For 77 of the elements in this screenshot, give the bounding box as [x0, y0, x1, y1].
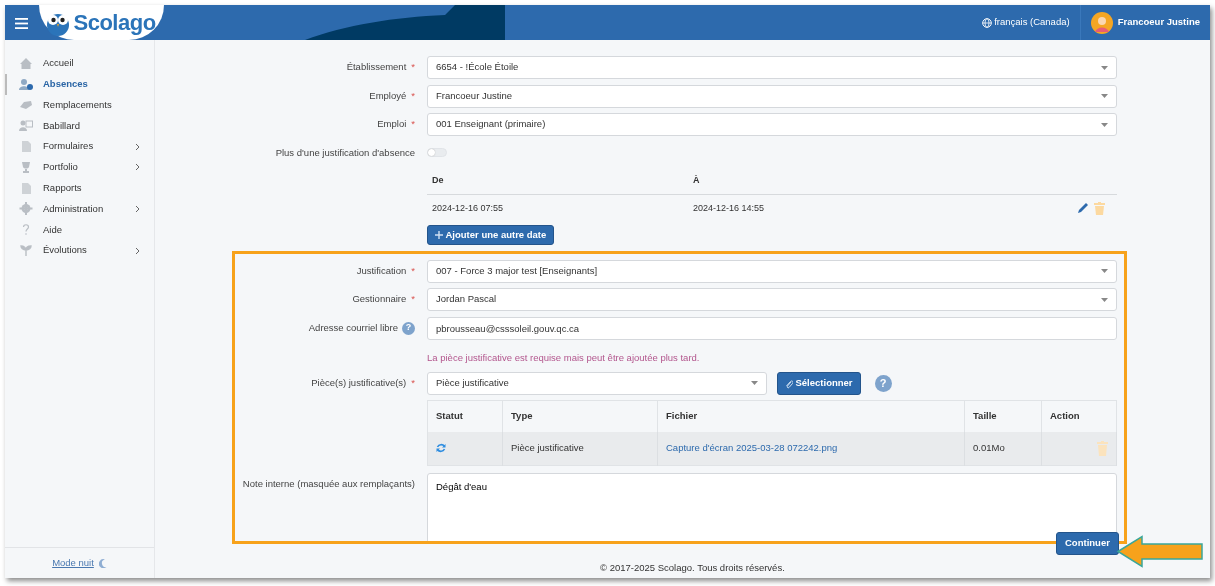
email-field[interactable]: pbrousseau@csssoleil.gouv.qc.ca: [427, 316, 1117, 340]
add-date-button[interactable]: Ajouter une autre date: [427, 224, 555, 246]
brand-logo-text: Scolago: [73, 9, 156, 37]
warning-message: La pièce justificative est requise mais peut être ajoutée plus tard.: [427, 350, 701, 365]
document-icon: [19, 181, 33, 195]
caret-icon: [751, 381, 758, 386]
select-field[interactable]: Francoeur Justine: [427, 84, 1117, 108]
select-field[interactable]: Jordan Pascal: [427, 288, 1117, 312]
select-field[interactable]: 001 Enseignant (primaire): [427, 113, 1117, 136]
field-label: Plus d'une justification d'absence: [275, 145, 415, 160]
plus-icon: [435, 231, 443, 240]
house-icon: [19, 56, 33, 70]
select-field[interactable]: 007 - Force 3 major test [Enseignants]: [427, 259, 1117, 283]
caret-icon: [1101, 297, 1108, 302]
field-label: Justification *: [356, 263, 415, 278]
sidebar-item[interactable]: Administration: [5, 198, 154, 220]
sidebar-item[interactable]: Rapports: [5, 177, 154, 199]
caret-icon: [1101, 94, 1108, 98]
table-cell: 2024-12-16 14:55: [688, 194, 964, 223]
sidebar-item[interactable]: Remplacements: [5, 94, 154, 116]
select-file-button[interactable]: Sélectionner: [777, 372, 861, 395]
table-cell: 2024-12-16 07:55: [427, 194, 688, 223]
required-mark: *: [411, 376, 415, 388]
caret-icon: [1101, 65, 1108, 70]
sidebar-item[interactable]: Absences: [5, 73, 154, 95]
field-label: Employé *: [369, 88, 415, 103]
sidebar-item[interactable]: Babillard: [5, 115, 154, 137]
select-field[interactable]: 6654 - !École Étoile: [427, 56, 1117, 79]
globe-icon: [981, 17, 992, 28]
sidebar-item[interactable]: Portfolio: [5, 157, 154, 178]
pencil-icon[interactable]: [1077, 202, 1089, 215]
sidebar-item[interactable]: Aide: [5, 219, 154, 241]
field-label: Gestionnaire *: [352, 292, 415, 307]
trophy-icon: [19, 160, 33, 174]
column-header: Type: [502, 400, 658, 432]
menu-icon[interactable]: [15, 17, 28, 29]
trash-icon[interactable]: [1094, 201, 1105, 215]
continue-button[interactable]: Continuer: [1056, 532, 1119, 555]
caret-icon: [1101, 269, 1108, 274]
footer-text: © 2017-2025 Scolago. Tous droits réservés.: [600, 562, 785, 574]
field-label: Adresse courriel libre ?: [308, 316, 415, 335]
required-mark: *: [411, 89, 415, 101]
file-link[interactable]: Capture d'écran 2025-03-28 072242.png: [666, 441, 838, 453]
person-icon: [19, 77, 33, 91]
column-header: Statut: [427, 400, 503, 432]
required-mark: *: [411, 118, 415, 129]
column-header: Action: [1041, 400, 1117, 432]
column-header: Fichier: [657, 400, 965, 432]
required-mark: *: [411, 264, 415, 276]
sidebar-item[interactable]: Évolutions: [5, 240, 154, 261]
required-mark: *: [411, 293, 415, 305]
language-selector[interactable]: français (Canada): [981, 15, 1070, 30]
field-label: Emploi *: [377, 117, 415, 131]
select-field[interactable]: Pièce justificative: [427, 371, 767, 395]
caret-icon: [1101, 122, 1108, 127]
avatar-icon: [1090, 11, 1113, 34]
user-name[interactable]: Francoeur Justine: [1117, 15, 1200, 30]
person-board-icon: [19, 119, 33, 133]
trash-icon[interactable]: [1097, 440, 1108, 456]
table-cell: 0.01Mo: [964, 431, 1042, 466]
sync-icon: [436, 443, 446, 454]
required-mark: *: [411, 61, 415, 72]
document-icon: [19, 140, 33, 154]
night-mode-link[interactable]: Mode nuit: [52, 555, 94, 571]
toggle-switch[interactable]: [427, 147, 447, 157]
field-label: Établissement *: [346, 60, 415, 74]
paperclip-icon: [785, 378, 793, 389]
moon-icon: [98, 558, 107, 568]
column-header: À: [688, 165, 964, 195]
field-label: Pièce(s) justificative(s) *: [311, 375, 415, 390]
column-header: De: [427, 165, 688, 195]
sidebar-item[interactable]: Accueil: [5, 53, 154, 74]
sidebar-item[interactable]: Formulaires: [5, 136, 154, 157]
field-label: Note interne (masquée aux remplaçants): [242, 476, 415, 491]
sprout-icon: [19, 244, 33, 258]
column-header: Taille: [964, 400, 1042, 432]
table-cell: Pièce justificative: [502, 431, 658, 466]
